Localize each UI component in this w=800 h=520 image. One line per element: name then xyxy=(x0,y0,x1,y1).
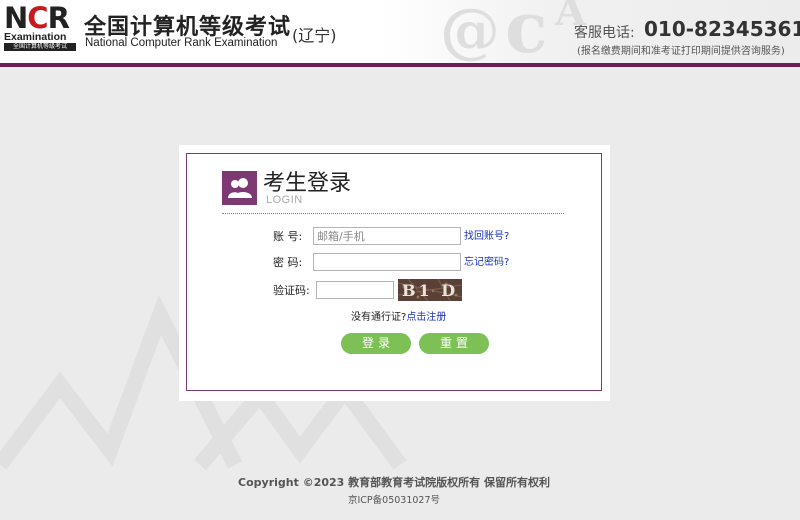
no-pass-text: 没有通行证?点击注册 xyxy=(351,312,447,323)
logo-subtitle: 全国计算机等级考试 xyxy=(4,43,76,51)
logo-examination-text: Examination xyxy=(4,31,67,43)
logo-letters: NCR xyxy=(4,1,70,35)
captcha-label: 验证码: xyxy=(273,284,310,297)
icp-number: 京ICP备05031027号 xyxy=(347,495,441,506)
account-label: 账 号: xyxy=(273,230,303,243)
register-link[interactable]: 点击注册 xyxy=(406,312,446,323)
copyright-text: Copyright ©2023 教育部教育考试院版权所有 保留所有权利 xyxy=(238,476,550,489)
login-button[interactable]: 登录 xyxy=(341,333,411,354)
service-note: (报名缴费期间和准考证打印期间提供咨询服务) xyxy=(577,46,785,57)
region-label: (辽宁) xyxy=(292,26,337,45)
forgot-password-link[interactable]: 忘记密码? xyxy=(464,256,509,270)
users-icon xyxy=(222,171,257,205)
ncre-logo: NCR Examination 全国计算机等级考试 xyxy=(4,3,76,51)
password-label: 密 码: xyxy=(273,256,303,269)
header-watermark-decoration: @ xyxy=(440,0,500,63)
account-input[interactable] xyxy=(313,227,461,245)
password-input[interactable] xyxy=(313,253,461,271)
service-phone-label: 客服电话: xyxy=(574,25,635,41)
login-divider xyxy=(222,213,564,214)
header-watermark-decoration: c xyxy=(505,0,548,63)
login-subtitle: LOGIN xyxy=(266,194,303,206)
site-subtitle: National Computer Rank Examination xyxy=(85,37,278,49)
captcha-input[interactable] xyxy=(316,281,394,299)
captcha-image-text: B1 D xyxy=(402,281,458,300)
header: @ c A NCR Examination 全国计算机等级考试 全国计算机等级考… xyxy=(0,0,800,63)
reset-button[interactable]: 重置 xyxy=(419,333,489,354)
service-phone-number: 010-82345361 xyxy=(644,17,800,41)
captcha-image[interactable]: B1 D xyxy=(398,279,462,301)
header-accent-bar xyxy=(0,63,800,67)
find-account-link[interactable]: 找回账号? xyxy=(464,230,509,244)
